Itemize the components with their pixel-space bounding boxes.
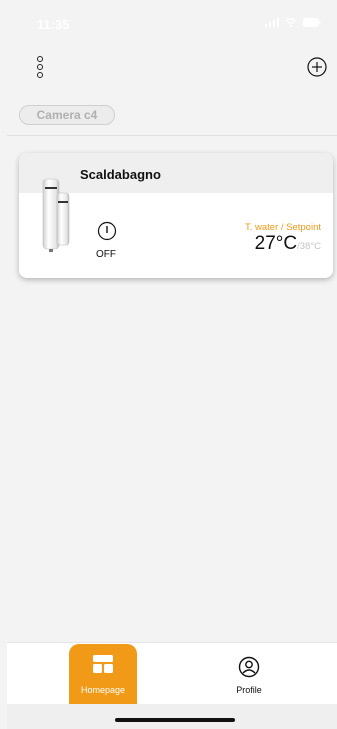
status-icons (265, 18, 321, 30)
device-name: Scaldabagno (80, 167, 161, 182)
current-temperature: 27°C (254, 233, 298, 254)
device-card[interactable]: Scaldabagno OFF T. water / Setpoint 27°C… (19, 153, 333, 278)
tab-profile-label: Profile (236, 685, 262, 695)
temperature-readout: 27°C/38°C (255, 233, 321, 255)
power-state-label: OFF (96, 249, 116, 260)
status-time: 11:35 (37, 17, 70, 32)
tab-profile[interactable]: Profile (215, 644, 283, 704)
setpoint-temperature: /38°C (297, 241, 321, 252)
cellular-signal-icon (265, 18, 279, 30)
menu-button[interactable] (33, 54, 47, 80)
vertical-dots-icon (37, 72, 43, 78)
status-bar: 11:35 (7, 0, 337, 46)
add-device-button[interactable] (307, 57, 327, 77)
bottom-navigation: Homepage Profile (7, 642, 337, 729)
battery-icon (303, 18, 321, 30)
vertical-dots-icon (37, 56, 43, 62)
wifi-icon (285, 18, 297, 30)
tab-homepage[interactable]: Homepage (69, 644, 137, 704)
home-indicator (115, 718, 235, 722)
room-chip[interactable]: Camera c4 (19, 105, 115, 125)
power-icon (97, 221, 117, 241)
power-button[interactable] (97, 221, 117, 241)
temperature-label: T. water / Setpoint (244, 222, 321, 233)
plus-circle-icon (307, 57, 327, 77)
water-heater-icon (42, 178, 70, 252)
profile-icon (238, 656, 260, 678)
bottom-nav-strip (7, 704, 337, 729)
divider (7, 135, 337, 136)
tab-homepage-label: Homepage (80, 685, 126, 695)
homepage-icon (93, 655, 113, 673)
app-screen: 11:35 Camera c4 Scaldabagno OFF T. water… (7, 0, 337, 729)
vertical-dots-icon (37, 64, 43, 70)
